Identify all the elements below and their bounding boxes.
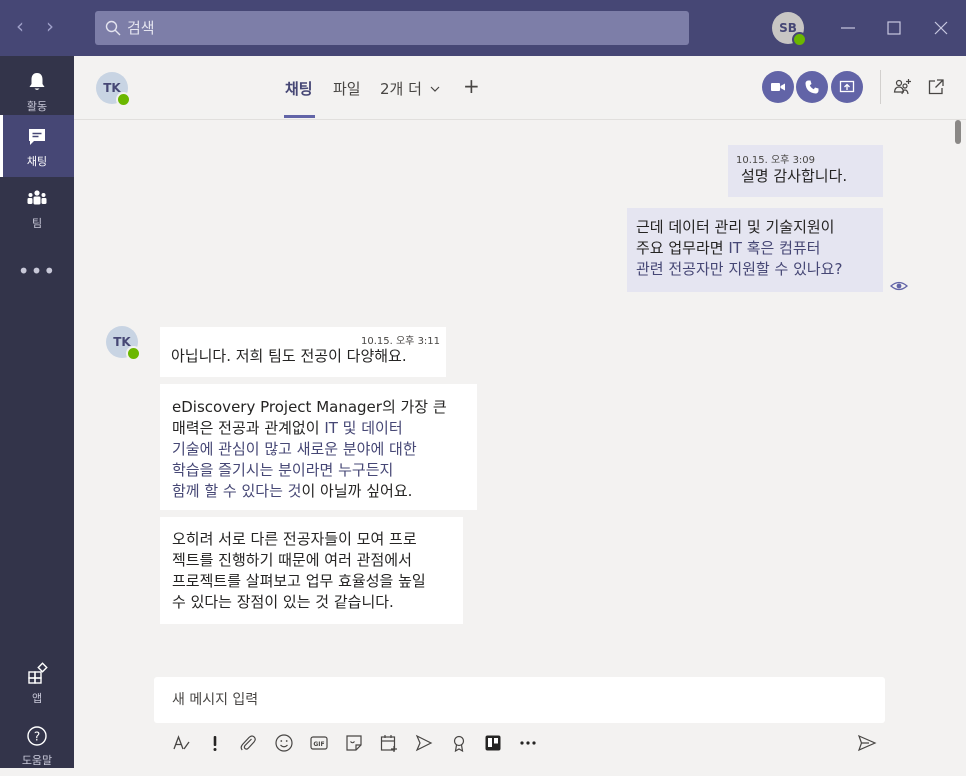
more-options-icon[interactable] [518, 733, 538, 753]
seen-receipt-icon [890, 281, 908, 291]
add-tab-button[interactable]: + [463, 74, 480, 98]
pop-out-icon[interactable] [926, 77, 946, 97]
scrollbar-thumb[interactable] [955, 120, 961, 144]
message-mine[interactable]: 근데 데이터 관리 및 기술지원이 주요 업무라면 IT 혹은 컴퓨터 관련 전… [627, 208, 883, 292]
message-line: 함께 할 수 있다는 것이 아닐까 싶어요. [172, 482, 413, 500]
back-arrow-icon[interactable]: ‹ [16, 16, 24, 36]
rail-item-help[interactable]: ? 도움말 [0, 714, 74, 776]
attach-icon[interactable] [238, 733, 258, 753]
audio-call-button[interactable] [796, 71, 828, 103]
rail-item-apps[interactable]: 앱 [0, 652, 74, 714]
sticker-icon[interactable] [344, 733, 364, 753]
message-text: eDiscovery Project Manager의 가장 큰 매력은 전공과… [172, 397, 447, 502]
message-line: 학습을 즐기시는 분이라면 누구든지 [172, 461, 394, 479]
format-icon[interactable] [171, 733, 191, 753]
tab-more-label: 2개 더 [380, 80, 422, 98]
new-message-input[interactable] [172, 677, 862, 723]
tab-more[interactable]: 2개 더 [380, 78, 441, 99]
chat-header: TK 채팅 파일 2개 더 + [74, 56, 966, 120]
bell-icon [29, 73, 45, 90]
close-icon[interactable] [929, 16, 953, 40]
rail-item-chat[interactable]: 채팅 [0, 115, 74, 177]
minimize-icon[interactable] [836, 16, 860, 40]
message-line: 오히려 서로 다른 전공자들이 모여 프로 [172, 530, 417, 548]
presence-dot [792, 32, 807, 47]
share-screen-button[interactable] [831, 71, 863, 103]
more-apps-icon[interactable]: ••• [0, 259, 74, 283]
header-divider [880, 70, 881, 104]
message-other[interactable]: 10.15. 오후 3:11 아닙니다. 저희 팀도 전공이 다양해요. [160, 327, 446, 377]
screen-share-icon [839, 80, 855, 93]
message-line: 프로젝트를 살펴보고 업무 효율성을 높일 [172, 572, 426, 590]
rail-label: 팀 [31, 217, 43, 230]
svg-text:GIF: GIF [313, 741, 324, 748]
trello-icon[interactable] [483, 733, 503, 753]
help-icon: ? [27, 726, 47, 746]
teams-icon [27, 190, 47, 205]
message-line: 근데 데이터 관리 및 기술지원이 [636, 218, 835, 236]
message-text: 오히려 서로 다른 전공자들이 모여 프로 젝트를 진행하기 때문에 여러 관점… [172, 529, 426, 613]
schedule-meeting-icon[interactable] [379, 733, 399, 753]
tab-chat[interactable]: 채팅 [285, 78, 313, 99]
presence-dot [116, 92, 131, 107]
message-other[interactable]: 오히려 서로 다른 전공자들이 모여 프로 젝트를 진행하기 때문에 여러 관점… [160, 517, 463, 624]
sender-avatar[interactable]: TK [106, 326, 141, 361]
tab-files[interactable]: 파일 [333, 78, 361, 99]
compose-box[interactable] [154, 677, 885, 723]
important-icon[interactable] [205, 733, 225, 753]
video-call-button[interactable] [762, 71, 794, 103]
rail-item-teams[interactable]: 팀 [0, 177, 74, 239]
presence-dot [126, 346, 141, 361]
rail-label: 활동 [26, 100, 48, 113]
chat-icon [29, 129, 45, 145]
search-icon [105, 20, 121, 36]
message-line: 매력은 전공과 관계없이 IT 및 데이터 [172, 419, 403, 437]
send-button[interactable] [857, 733, 877, 753]
gif-icon[interactable]: GIF [309, 733, 329, 753]
stream-icon[interactable] [414, 733, 434, 753]
rail-label: 앱 [31, 692, 43, 705]
video-camera-icon [771, 83, 785, 91]
rail-label: 채팅 [26, 155, 48, 168]
search-box[interactable] [95, 11, 689, 45]
app-rail: 활동 채팅 팀 ••• 앱 ? 도움말 [0, 56, 74, 768]
chevron-down-icon [430, 86, 440, 92]
message-line: 수 있다는 장점이 있는 것 같습니다. [172, 593, 394, 611]
add-people-icon[interactable] [893, 77, 913, 97]
message-line: 기술에 관심이 많고 새로운 분야에 대한 [172, 440, 417, 458]
maximize-icon[interactable] [882, 16, 906, 40]
message-line: 젝트를 진행하기 때문에 여러 관점에서 [172, 551, 412, 569]
user-avatar[interactable]: SB [772, 12, 807, 47]
svg-text:?: ? [34, 730, 40, 744]
search-input[interactable] [127, 11, 667, 45]
apps-icon [28, 662, 48, 684]
message-line: 관련 전공자만 지원할 수 있나요? [636, 260, 843, 278]
send-icon [857, 734, 877, 752]
contact-avatar[interactable]: TK [96, 72, 131, 107]
message-text: 아닙니다. 저희 팀도 전공이 다양해요. [171, 347, 407, 365]
forward-arrow-icon[interactable]: › [46, 16, 54, 36]
message-text: 설명 감사합니다. [741, 167, 848, 185]
rail-label: 도움말 [21, 754, 53, 767]
message-line: eDiscovery Project Manager의 가장 큰 [172, 398, 447, 416]
rail-item-activity[interactable]: 활동 [0, 60, 74, 122]
message-line: 주요 업무라면 IT 혹은 컴퓨터 [636, 239, 821, 257]
message-mine[interactable]: 10.15. 오후 3:09 설명 감사합니다. [728, 145, 883, 197]
title-bar: ‹ › SB [0, 0, 966, 56]
message-other[interactable]: eDiscovery Project Manager의 가장 큰 매력은 전공과… [160, 384, 477, 510]
praise-icon[interactable] [449, 733, 469, 753]
phone-icon [805, 80, 819, 94]
emoji-icon[interactable] [274, 733, 294, 753]
active-tab-indicator [284, 115, 315, 118]
message-text: 근데 데이터 관리 및 기술지원이 주요 업무라면 IT 혹은 컴퓨터 관련 전… [636, 217, 842, 280]
